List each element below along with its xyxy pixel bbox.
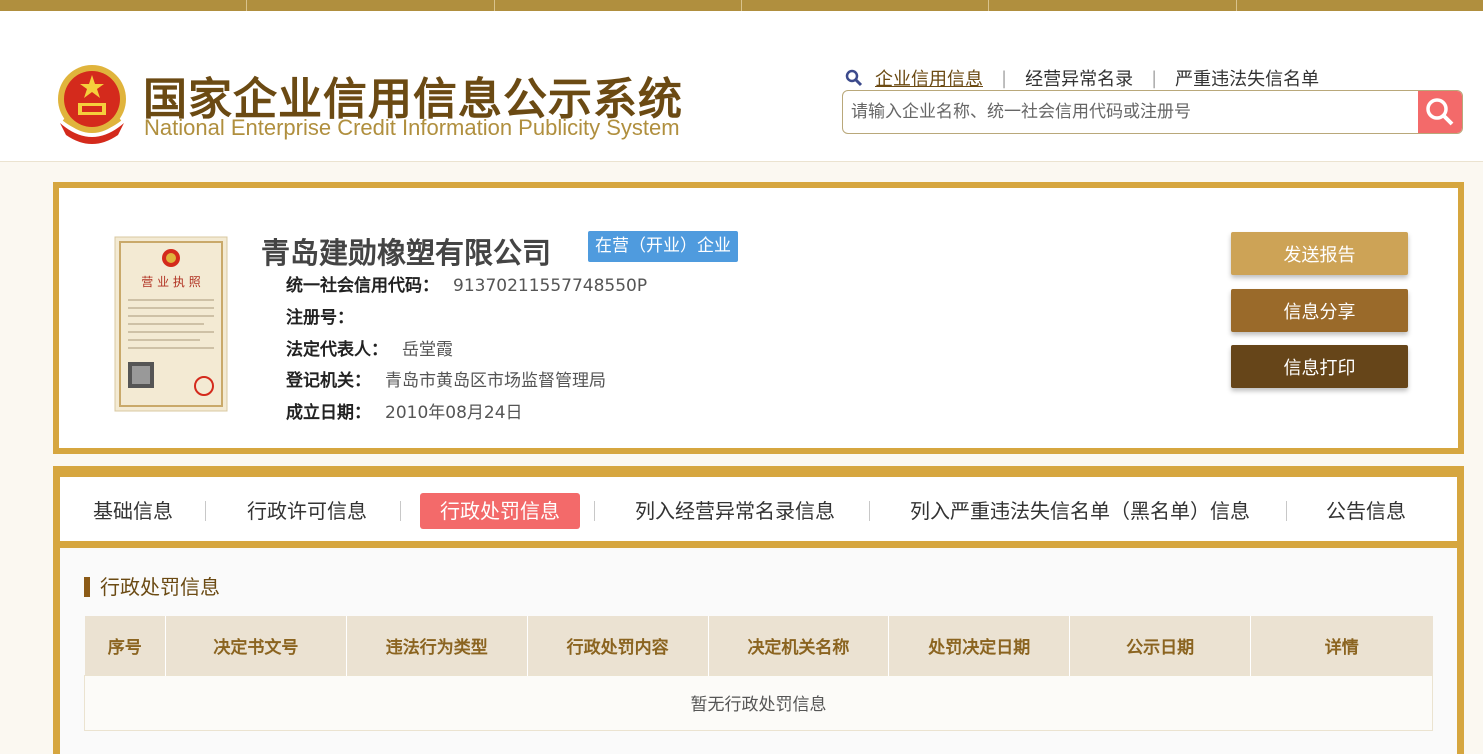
search-input[interactable] [843, 91, 1420, 133]
send-report-button[interactable]: 发送报告 [1231, 232, 1408, 275]
site-title-en: National Enterprise Credit Information P… [144, 115, 680, 140]
info-value: 2010年08月24日 [385, 403, 523, 423]
search-type-tabs: 企业信用信息 | 经营异常名录 | 严重违法失信名单 [845, 65, 1319, 91]
tab-divider [869, 501, 870, 521]
info-value: 青岛市黄岛区市场监督管理局 [385, 371, 606, 391]
penalty-section: 行政处罚信息 序号 决定书文号 违法行为类型 行政处罚内容 决定机关名称 处罚决… [60, 548, 1457, 754]
search-box [842, 90, 1463, 134]
national-emblem-icon [58, 65, 126, 144]
table-header-row: 序号 决定书文号 违法行为类型 行政处罚内容 决定机关名称 处罚决定日期 公示日… [84, 616, 1433, 675]
top-nav-bar [0, 0, 1483, 11]
column-header: 公示日期 [1069, 616, 1252, 675]
search-tab-credit[interactable]: 企业信用信息 [875, 65, 983, 91]
tab-divider [400, 501, 401, 521]
section-title: 行政处罚信息 [84, 577, 220, 597]
print-button[interactable]: 信息打印 [1231, 345, 1408, 388]
search-icon [845, 69, 863, 87]
tab-admin-penalty[interactable]: 行政处罚信息 [420, 493, 580, 529]
tab-divider [1286, 501, 1287, 521]
tab-admin-license[interactable]: 行政许可信息 [247, 493, 367, 529]
tab-basic-info[interactable]: 基础信息 [93, 493, 173, 529]
column-header: 行政处罚内容 [527, 616, 709, 675]
top-nav-segment[interactable] [0, 0, 248, 11]
table-row: 暂无行政处罚信息 [84, 674, 1433, 731]
share-button[interactable]: 信息分享 [1231, 289, 1408, 332]
top-nav-segment[interactable] [247, 0, 495, 11]
license-title: 营 业 执 照 [141, 275, 200, 289]
info-key: 注册号： [286, 308, 354, 328]
status-badge: 在营（开业）企业 [588, 231, 738, 262]
info-row-credit-code: 统一社会信用代码： 91370211557748550P [286, 271, 647, 296]
tab-separator: | [1151, 67, 1158, 89]
column-header: 决定机关名称 [708, 616, 890, 675]
search-button[interactable] [1418, 91, 1462, 133]
info-row-reg-no: 注册号： [286, 303, 368, 328]
info-key: 法定代表人： [286, 340, 388, 360]
penalty-table: 序号 决定书文号 违法行为类型 行政处罚内容 决定机关名称 处罚决定日期 公示日… [84, 616, 1433, 731]
business-license-icon[interactable]: 营 业 执 照 [114, 236, 228, 412]
top-nav-segment[interactable] [742, 0, 990, 11]
info-row-established: 成立日期： 2010年08月24日 [286, 398, 523, 423]
tab-divider [205, 501, 206, 521]
search-tab-blacklist[interactable]: 严重违法失信名单 [1175, 65, 1319, 91]
tab-bar: 基础信息 行政许可信息 行政处罚信息 列入经营异常名录信息 列入严重违法失信名单… [60, 477, 1457, 541]
magnifier-icon [1426, 98, 1454, 126]
tab-divider [594, 501, 595, 521]
tab-abnormal-list[interactable]: 列入经营异常名录信息 [635, 493, 835, 529]
info-value: 91370211557748550P [453, 276, 648, 296]
info-row-authority: 登记机关： 青岛市黄岛区市场监督管理局 [286, 366, 606, 391]
detail-tabs-panel: 基础信息 行政许可信息 行政处罚信息 列入经营异常名录信息 列入严重违法失信名单… [53, 466, 1464, 754]
info-key: 成立日期： [286, 403, 371, 423]
top-nav-segment[interactable] [989, 0, 1237, 11]
company-info-panel: 营 业 执 照 青岛建勋橡塑有限公司 在营（开业）企业 统一社会信用代码： 913… [53, 182, 1464, 454]
empty-message: 暂无行政处罚信息 [84, 674, 1433, 731]
tab-blacklist[interactable]: 列入严重违法失信名单（黑名单）信息 [910, 493, 1250, 529]
top-nav-segment[interactable] [495, 0, 742, 11]
column-header: 决定书文号 [165, 616, 347, 675]
site-header: 国家企业信用信息公示系统 National Enterprise Credit … [0, 11, 1483, 162]
tab-separator: | [1001, 67, 1008, 89]
search-tab-abnormal[interactable]: 经营异常名录 [1025, 65, 1133, 91]
info-value: 岳堂霞 [402, 340, 453, 360]
top-nav-segment[interactable] [1237, 0, 1483, 11]
company-name: 青岛建勋橡塑有限公司 [261, 236, 552, 270]
info-key: 登记机关： [286, 371, 371, 391]
tab-announcements[interactable]: 公告信息 [1326, 493, 1406, 529]
info-row-legal-rep: 法定代表人： 岳堂霞 [286, 335, 453, 360]
column-header: 详情 [1250, 616, 1433, 675]
column-header: 序号 [84, 616, 166, 675]
info-key: 统一社会信用代码： [286, 276, 439, 296]
column-header: 违法行为类型 [346, 616, 528, 675]
column-header: 处罚决定日期 [888, 616, 1071, 675]
